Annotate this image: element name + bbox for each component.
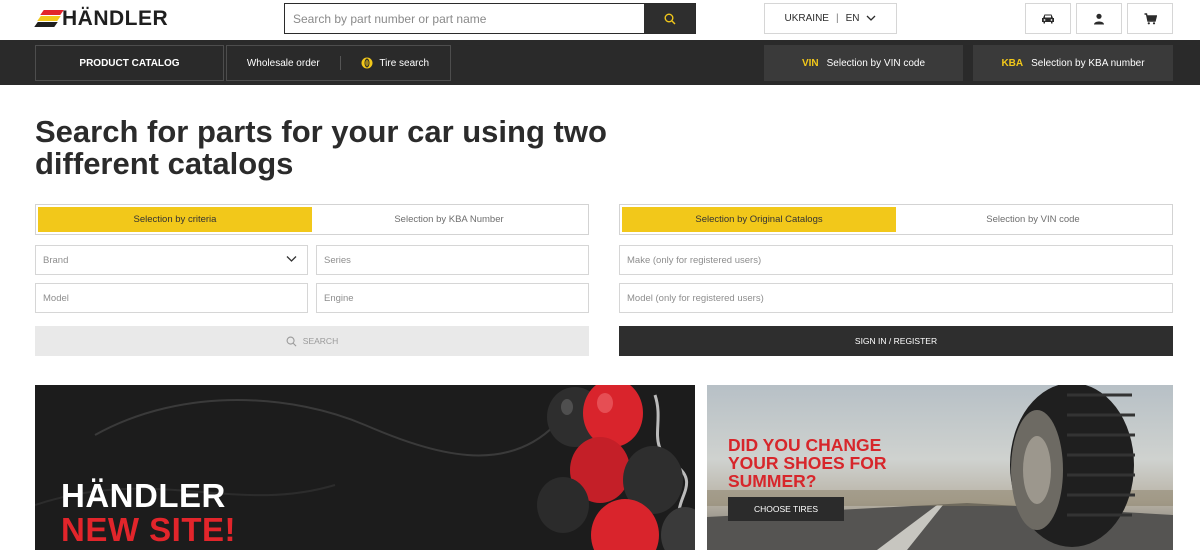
top-header: HÄNDLER UKRAINE | EN: [0, 0, 1200, 40]
nav-wholesale-order[interactable]: Wholesale order: [227, 58, 340, 69]
model-placeholder: Model: [43, 292, 69, 304]
language-label: EN: [845, 13, 860, 24]
search-icon: [664, 13, 675, 24]
main-nav: PRODUCT CATALOG Wholesale order Tire sea…: [0, 40, 1200, 85]
tires-banner[interactable]: DID YOU CHANGE YOUR SHOES FOR SUMMER? CH…: [707, 385, 1173, 550]
tab-vin-code[interactable]: Selection by VIN code: [896, 207, 1170, 232]
vin-prefix: VIN: [801, 57, 819, 69]
tire-icon: [361, 57, 373, 69]
tab-selection-by-criteria[interactable]: Selection by criteria: [38, 207, 312, 232]
page-title: Search for parts for your car using two …: [35, 114, 607, 181]
left-tabs: Selection by criteria Selection by KBA N…: [35, 204, 589, 235]
banner-title-line1: HÄNDLER: [61, 477, 226, 514]
nav-product-catalog-label: PRODUCT CATALOG: [79, 57, 180, 69]
right-tabs: Selection by Original Catalogs Selection…: [619, 204, 1173, 235]
account-button[interactable]: [1076, 3, 1122, 34]
search-input[interactable]: [285, 4, 644, 33]
search-icon: [286, 336, 297, 346]
logo-mark-icon: [34, 9, 64, 29]
make-placeholder: Make (only for registered users): [627, 254, 762, 266]
car-icon: [1042, 14, 1054, 24]
logo[interactable]: HÄNDLER: [34, 7, 169, 31]
original-model-placeholder: Model (only for registered users): [627, 292, 764, 304]
country-label: UKRAINE: [784, 13, 829, 24]
choose-tires-label: CHOOSE TIRES: [753, 504, 819, 514]
tab-selection-by-kba[interactable]: Selection by KBA Number: [312, 207, 586, 232]
kba-prefix: KBA: [1001, 57, 1024, 69]
nav-tire-label: Tire search: [379, 57, 430, 69]
balloons-image: [537, 385, 695, 550]
engine-placeholder: Engine: [324, 292, 354, 304]
make-field[interactable]: Make (only for registered users): [619, 245, 1173, 275]
cart-icon: [1144, 12, 1157, 24]
cart-button[interactable]: [1127, 3, 1173, 34]
series-placeholder: Series: [324, 254, 351, 266]
sign-in-register-button[interactable]: SIGN IN / REGISTER: [619, 326, 1173, 356]
language-selector[interactable]: UKRAINE | EN: [764, 3, 897, 34]
chevron-down-icon: [286, 256, 297, 262]
nav-kba-selection[interactable]: KBA Selection by KBA number: [973, 45, 1173, 81]
sign-in-label: SIGN IN / REGISTER: [854, 336, 938, 346]
model-select[interactable]: Model: [35, 283, 308, 313]
search-button[interactable]: [644, 4, 695, 33]
choose-tires-button[interactable]: CHOOSE TIRES: [728, 497, 844, 521]
tab-original-catalogs[interactable]: Selection by Original Catalogs: [622, 207, 896, 232]
garage-button[interactable]: [1025, 3, 1071, 34]
criteria-search-button[interactable]: SEARCH: [35, 326, 589, 356]
search-bar: [284, 3, 696, 34]
logo-text: HÄNDLER: [62, 7, 169, 30]
vin-label: Selection by VIN code: [826, 57, 926, 69]
nav-group: Wholesale order Tire search: [226, 45, 451, 81]
kba-label: Selection by KBA number: [1031, 57, 1145, 69]
brand-select[interactable]: Brand: [35, 245, 308, 275]
user-icon: [1094, 13, 1104, 24]
nav-vin-selection[interactable]: VIN Selection by VIN code: [764, 45, 963, 81]
tires-banner-title: DID YOU CHANGE YOUR SHOES FOR SUMMER?: [728, 435, 887, 491]
series-select[interactable]: Series: [316, 245, 589, 275]
engine-select[interactable]: Engine: [316, 283, 589, 313]
banner-title-line2: NEW SITE!: [61, 511, 236, 548]
brand-placeholder: Brand: [43, 254, 69, 266]
nav-product-catalog[interactable]: PRODUCT CATALOG: [35, 45, 224, 81]
original-model-field[interactable]: Model (only for registered users): [619, 283, 1173, 313]
nav-wholesale-label: Wholesale order: [246, 57, 320, 69]
new-site-banner[interactable]: HÄNDLER NEW SITE!: [35, 385, 695, 550]
nav-tire-search[interactable]: Tire search: [341, 57, 451, 69]
search-button-label: SEARCH: [302, 336, 339, 346]
language-separator: |: [835, 13, 839, 24]
chevron-down-icon: [867, 15, 876, 21]
